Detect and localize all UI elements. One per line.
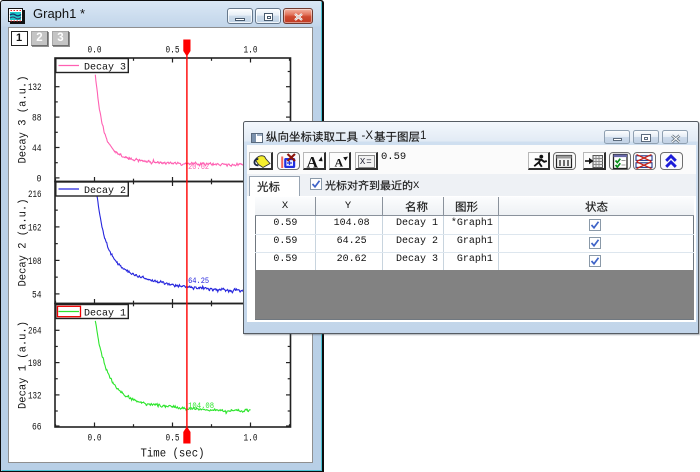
svg-text:Time (sec): Time (sec) <box>141 448 205 461</box>
svg-text:1.0: 1.0 <box>244 434 258 445</box>
svg-text:54: 54 <box>32 290 42 301</box>
svg-text:A: A <box>307 154 319 171</box>
svg-text:66: 66 <box>32 422 42 433</box>
svg-text:108: 108 <box>28 257 42 268</box>
svg-text:0.0: 0.0 <box>88 46 102 57</box>
svg-text:104.08: 104.08 <box>188 401 214 411</box>
svg-text:198: 198 <box>28 359 42 370</box>
svg-text:0.5: 0.5 <box>166 434 180 445</box>
svg-text:132: 132 <box>28 391 42 402</box>
svg-text:0: 0 <box>37 174 42 185</box>
svg-text:132: 132 <box>28 83 42 94</box>
svg-text:20.62: 20.62 <box>188 162 209 172</box>
svg-text:264: 264 <box>28 327 42 338</box>
svg-text:Decay 1: Decay 1 <box>84 308 126 320</box>
svg-text:Decay 2 (a.u.): Decay 2 (a.u.) <box>18 199 30 287</box>
svg-text:Decay 1 (a.u.): Decay 1 (a.u.) <box>18 321 30 409</box>
svg-text:Decay 2: Decay 2 <box>84 185 126 197</box>
svg-text:44: 44 <box>32 144 42 155</box>
svg-text:Decay 3: Decay 3 <box>84 62 126 74</box>
svg-text:Decay 3 (a.u.): Decay 3 (a.u.) <box>18 76 30 164</box>
svg-text:216: 216 <box>28 190 42 201</box>
svg-text:64.25: 64.25 <box>188 276 209 286</box>
svg-text:88: 88 <box>32 114 42 125</box>
svg-text:0.0: 0.0 <box>88 434 102 445</box>
svg-text:1.0: 1.0 <box>244 46 258 57</box>
svg-text:0.5: 0.5 <box>166 46 180 57</box>
svg-text:162: 162 <box>28 223 42 234</box>
svg-text:A: A <box>334 155 343 169</box>
